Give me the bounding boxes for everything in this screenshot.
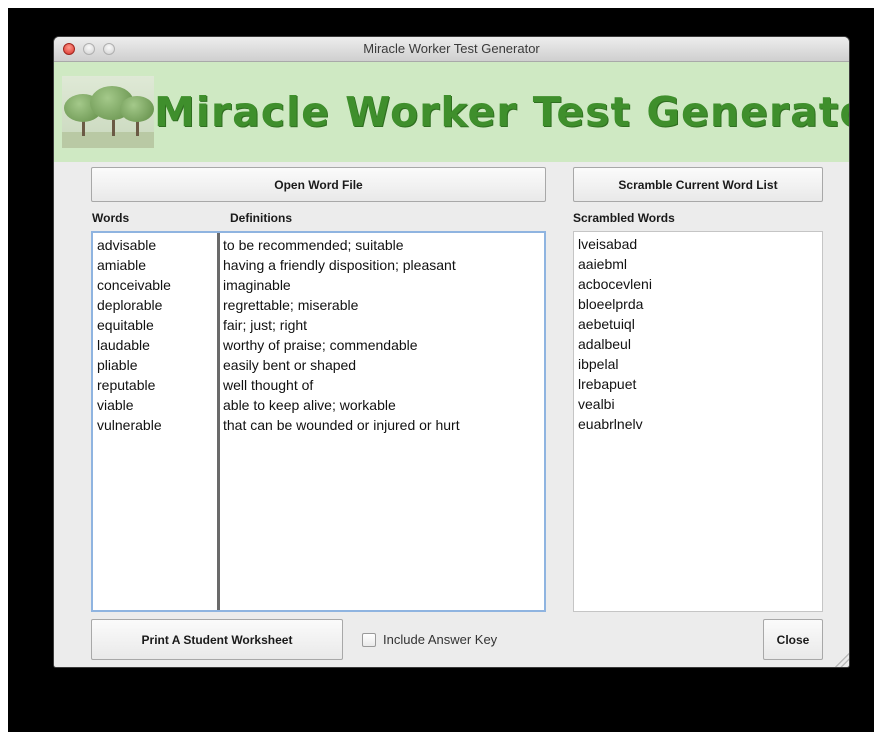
scrambled-word-item: aebetuiql — [578, 316, 635, 332]
definition-item: able to keep alive; workable — [223, 397, 396, 413]
scrambled-words-header: Scrambled Words — [573, 211, 675, 225]
word-item: conceivable — [97, 277, 171, 293]
banner-title: Miracle Worker Test Generator — [154, 88, 849, 136]
word-definition-editor[interactable]: advisable amiable conceivable deplorable… — [91, 231, 546, 612]
definition-item: to be recommended; suitable — [223, 237, 404, 253]
scrambled-word-item: adalbeul — [578, 336, 631, 352]
print-worksheet-button[interactable]: Print A Student Worksheet — [91, 619, 343, 660]
resize-grip-icon[interactable] — [833, 651, 849, 667]
word-item: pliable — [97, 357, 138, 373]
print-worksheet-label: Print A Student Worksheet — [141, 632, 293, 647]
definition-item: imaginable — [223, 277, 291, 293]
open-word-file-label: Open Word File — [274, 177, 363, 192]
definition-item: worthy of praise; commendable — [223, 337, 418, 353]
word-item: laudable — [97, 337, 150, 353]
title-bar[interactable]: Miracle Worker Test Generator — [54, 37, 849, 62]
definition-item: fair; just; right — [223, 317, 308, 333]
scrambled-word-item: ibpelal — [578, 356, 619, 372]
scrambled-word-item: acbocevleni — [578, 276, 652, 292]
scramble-word-list-button[interactable]: Scramble Current Word List — [573, 167, 823, 202]
words-column[interactable]: advisable amiable conceivable deplorable… — [93, 233, 218, 610]
definition-item: having a friendly disposition; pleasant — [223, 257, 456, 273]
words-header: Words — [92, 211, 130, 225]
word-item: equitable — [97, 317, 154, 333]
definition-item: that can be wounded or injured or hurt — [223, 417, 460, 433]
word-item: amiable — [97, 257, 147, 273]
definition-item: easily bent or shaped — [223, 357, 357, 373]
scrambled-word-item: lrebapuet — [578, 376, 637, 392]
minimize-window-icon[interactable] — [83, 43, 95, 55]
scramble-word-list-label: Scramble Current Word List — [618, 177, 778, 192]
close-button[interactable]: Close — [763, 619, 823, 660]
open-word-file-button[interactable]: Open Word File — [91, 167, 546, 202]
scrambled-word-item: bloeelprda — [578, 296, 644, 312]
scrambled-word-item: aaiebml — [578, 256, 628, 272]
word-item: viable — [97, 397, 134, 413]
scrambled-word-item: euabrlnelv — [578, 416, 643, 432]
scrambled-word-item: lveisabad — [578, 236, 638, 252]
column-splitter[interactable] — [217, 233, 220, 610]
close-window-icon[interactable] — [63, 43, 75, 55]
word-item: deplorable — [97, 297, 163, 313]
scrambled-words-list[interactable]: lveisabad aaiebml acbocevleni bloeelprda… — [573, 231, 823, 612]
close-label: Close — [776, 632, 810, 647]
word-item: advisable — [97, 237, 157, 253]
window-title: Miracle Worker Test Generator — [363, 41, 540, 56]
header-banner: Miracle Worker Test Generator — [54, 62, 849, 162]
word-item: vulnerable — [97, 417, 162, 433]
include-answer-key-label[interactable]: Include Answer Key — [383, 632, 497, 647]
definition-item: well thought of — [223, 377, 314, 393]
app-window: Miracle Worker Test Generator Miracle Wo… — [54, 37, 849, 667]
definitions-column[interactable]: to be recommended; suitable having a fri… — [223, 233, 544, 610]
scrambled-word-item: vealbi — [578, 396, 615, 412]
definitions-header: Definitions — [230, 211, 292, 225]
zoom-window-icon[interactable] — [103, 43, 115, 55]
include-answer-key-checkbox[interactable] — [362, 633, 376, 647]
trees-icon — [62, 76, 154, 148]
word-item: reputable — [97, 377, 156, 393]
definition-item: regrettable; miserable — [223, 297, 359, 313]
